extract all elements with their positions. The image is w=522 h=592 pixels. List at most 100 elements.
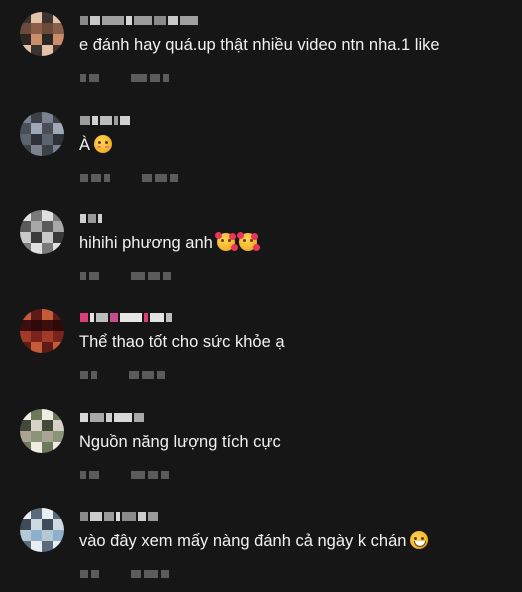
avatar-pixel	[20, 34, 31, 45]
avatar-pixel	[20, 123, 31, 134]
name-pixel	[120, 116, 130, 125]
avatar-pixel	[42, 508, 53, 519]
name-pixel	[80, 413, 88, 422]
avatar-pixel	[31, 134, 42, 145]
reply-button-pixel[interactable]	[131, 74, 147, 82]
name-pixel	[80, 214, 86, 223]
comment-text: Nguồn năng lượng tích cực	[79, 431, 281, 453]
reply-button-pixel[interactable]	[131, 570, 141, 578]
avatar-pixel	[31, 420, 42, 431]
avatar[interactable]	[20, 508, 64, 552]
avatar-pixel	[53, 45, 64, 56]
smiling-face-with-hearts-emoji	[214, 232, 235, 251]
avatar[interactable]	[20, 112, 64, 156]
avatar-pixel	[20, 508, 31, 519]
avatar-pixel	[53, 243, 64, 254]
timestamp-pixel	[80, 570, 88, 578]
avatar-pixel	[53, 123, 64, 134]
name-pixel	[114, 116, 118, 125]
avatar-pixel	[53, 34, 64, 45]
author-name-pixelated[interactable]	[80, 114, 130, 127]
timestamp-pixel	[91, 174, 101, 182]
name-pixel	[80, 313, 88, 322]
name-pixel	[98, 214, 102, 223]
avatar-pixel	[31, 123, 42, 134]
reply-button-pixel[interactable]	[142, 174, 152, 182]
avatar[interactable]	[20, 309, 64, 353]
avatar-pixel	[31, 145, 42, 156]
reply-button-pixel[interactable]	[129, 371, 139, 379]
reply-button-pixel[interactable]	[131, 471, 145, 479]
avatar-pixel	[31, 431, 42, 442]
reply-button-pixel[interactable]	[161, 471, 169, 479]
name-pixel	[134, 413, 144, 422]
avatar-pixel	[53, 320, 64, 331]
name-pixel	[154, 16, 166, 25]
author-name-pixelated[interactable]	[80, 510, 158, 523]
comment-text-content: e đánh hay quá.up thật nhiều video ntn n…	[79, 36, 440, 54]
avatar-pixel	[42, 409, 53, 420]
avatar-pixel	[53, 145, 64, 156]
reply-button-pixel[interactable]	[150, 74, 160, 82]
timestamp-pixel	[104, 174, 110, 182]
avatar-pixel	[20, 23, 31, 34]
avatar-pixel	[31, 331, 42, 342]
comment-item: Nguồn năng lượng tích cực	[0, 397, 522, 493]
name-pixel	[90, 313, 94, 322]
name-pixel	[110, 313, 118, 322]
avatar-pixel	[42, 243, 53, 254]
avatar-pixel	[53, 23, 64, 34]
avatar-pixel	[42, 309, 53, 320]
timestamp-pixel	[91, 371, 97, 379]
avatar-pixel	[42, 34, 53, 45]
avatar[interactable]	[20, 409, 64, 453]
name-pixel	[126, 16, 132, 25]
name-pixel	[144, 313, 148, 322]
reply-button-pixel[interactable]	[157, 371, 165, 379]
avatar-pixel	[53, 409, 64, 420]
reply-button-pixel[interactable]	[161, 570, 169, 578]
author-name-pixelated[interactable]	[80, 14, 198, 27]
reply-button-pixel[interactable]	[155, 174, 167, 182]
avatar-pixel	[42, 145, 53, 156]
name-pixel	[138, 512, 146, 521]
author-name-pixelated[interactable]	[80, 311, 172, 324]
avatar-pixel	[20, 243, 31, 254]
avatar-pixel	[20, 232, 31, 243]
reply-button-pixel[interactable]	[170, 174, 178, 182]
reply-button-pixel[interactable]	[148, 272, 160, 280]
comment-actions-pixelated	[80, 568, 169, 580]
name-pixel	[150, 313, 164, 322]
avatar-pixel	[42, 232, 53, 243]
avatar-pixel	[20, 342, 31, 353]
author-name-pixelated[interactable]	[80, 212, 102, 225]
reply-button-pixel[interactable]	[163, 272, 171, 280]
avatar-pixel	[53, 431, 64, 442]
reply-button-pixel[interactable]	[163, 74, 169, 82]
timestamp-pixel	[91, 570, 99, 578]
comment-item: vào đây xem mấy nàng đánh cả ngày k chán	[0, 496, 522, 592]
avatar[interactable]	[20, 210, 64, 254]
reply-button-pixel[interactable]	[144, 570, 158, 578]
avatar-pixel	[31, 232, 42, 243]
avatar-pixel	[53, 420, 64, 431]
comment-text-content: Nguồn năng lượng tích cực	[79, 433, 281, 451]
timestamp-pixel	[80, 74, 86, 82]
reply-button-pixel[interactable]	[131, 272, 145, 280]
avatar-pixel	[42, 331, 53, 342]
avatar-pixel	[20, 145, 31, 156]
smiling-face-with-hearts-emoji	[236, 232, 257, 251]
avatar-pixel	[53, 12, 64, 23]
avatar-pixel	[53, 508, 64, 519]
avatar[interactable]	[20, 12, 64, 56]
avatar-pixel	[42, 23, 53, 34]
reply-button-pixel[interactable]	[142, 371, 154, 379]
avatar-pixel	[20, 431, 31, 442]
comment-item: À	[0, 100, 522, 196]
name-pixel	[92, 116, 98, 125]
author-name-pixelated[interactable]	[80, 411, 144, 424]
avatar-pixel	[20, 442, 31, 453]
avatar-pixel	[31, 243, 42, 254]
reply-button-pixel[interactable]	[148, 471, 158, 479]
timestamp-pixel	[80, 272, 86, 280]
